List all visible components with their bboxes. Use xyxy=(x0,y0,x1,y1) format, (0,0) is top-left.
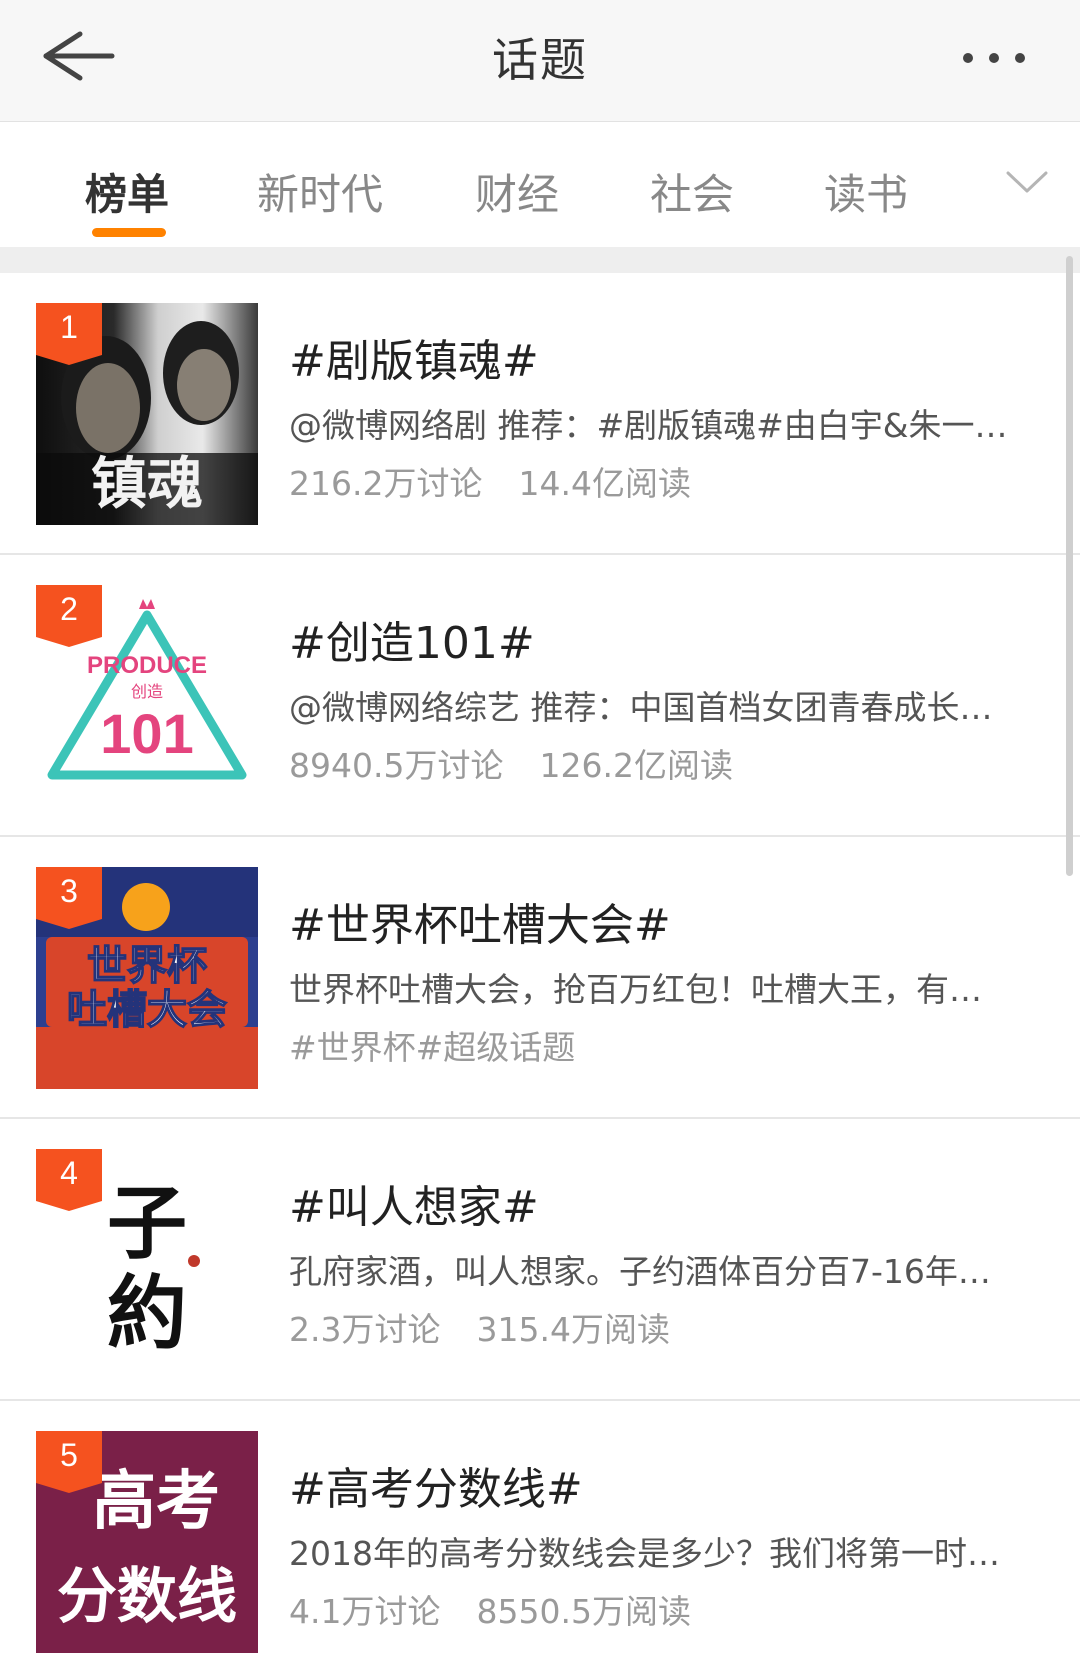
scrollbar[interactable] xyxy=(1066,256,1073,876)
discussion-count: 2.3万讨论 xyxy=(289,1310,441,1349)
topic-description: @微博网络综艺 推荐：中国首档女团青春成长… xyxy=(289,688,993,727)
read-count: 14.4亿阅读 xyxy=(518,464,691,503)
topic-title[interactable]: #叫人想家# xyxy=(289,1171,539,1235)
tab-bangdan[interactable]: 榜单 xyxy=(85,161,169,222)
thumb-caption: 吐槽大会 xyxy=(67,986,227,1033)
thumb-caption: 高考 xyxy=(92,1464,220,1539)
discussion-count: 8940.5万讨论 xyxy=(289,746,504,785)
chevron-down-icon[interactable] xyxy=(1004,163,1050,199)
rank-badge: 4 xyxy=(36,1149,102,1211)
rank-number: 2 xyxy=(60,591,78,627)
thumb-caption: 镇魂 xyxy=(91,451,203,517)
active-tab-indicator xyxy=(92,228,166,237)
topic-title[interactable]: #剧版镇魂# xyxy=(289,325,539,389)
rank-number: 5 xyxy=(60,1437,78,1473)
rank-number: 1 xyxy=(60,309,78,345)
tab-xinshidai[interactable]: 新时代 xyxy=(257,161,383,222)
read-count: 126.2亿阅读 xyxy=(539,746,733,785)
topic-row[interactable]: 世界杯 吐槽大会 3 #世界杯吐槽大会# 世界杯吐槽大会，抢百万红包！吐槽大王，… xyxy=(0,837,1080,1119)
more-dots-icon[interactable] xyxy=(958,40,1038,76)
topic-description: 世界杯吐槽大会，抢百万红包！吐槽大王，有… xyxy=(289,970,982,1009)
topic-description: 孔府家酒，叫人想家。子约酒体百分百7-16年… xyxy=(289,1252,991,1291)
rank-number: 3 xyxy=(60,873,78,909)
topic-title[interactable]: #世界杯吐槽大会# xyxy=(289,889,671,953)
topic-description: 2018年的高考分数线会是多少？我们将第一时… xyxy=(289,1534,1000,1573)
rank-badge: 3 xyxy=(36,867,102,929)
topic-stats: 4.1万讨论 8550.5万阅读 xyxy=(289,1585,691,1633)
thumb-caption: 分数线 xyxy=(57,1562,237,1632)
read-count: 315.4万阅读 xyxy=(476,1310,670,1349)
topic-stats: 2.3万讨论 315.4万阅读 xyxy=(289,1303,670,1351)
topic-stats: 216.2万讨论 14.4亿阅读 xyxy=(289,457,691,505)
topic-row[interactable]: 子 約 4 #叫人想家# 孔府家酒，叫人想家。子约酒体百分百7-16年… 2.3… xyxy=(0,1119,1080,1401)
topic-description: @微博网络剧 推荐：#剧版镇魂#由白宇&朱一… xyxy=(289,406,1008,445)
rank-number: 4 xyxy=(60,1155,78,1191)
thumb-caption: 子 xyxy=(107,1176,187,1270)
read-count: 8550.5万阅读 xyxy=(476,1592,691,1631)
top-nav-bar: 话题 xyxy=(0,0,1080,122)
rank-badge: 5 xyxy=(36,1431,102,1493)
topic-row[interactable]: 镇魂 1 #剧版镇魂# @微博网络剧 推荐：#剧版镇魂#由白宇&朱一… 216.… xyxy=(0,273,1080,555)
thumb-caption: 世界杯 xyxy=(87,942,207,989)
discussion-count: 216.2万讨论 xyxy=(289,464,483,503)
thumb-caption: 約 xyxy=(107,1266,187,1360)
category-tabs: 榜单 新时代 财经 社会 读书 xyxy=(0,123,1080,247)
rank-badge: 2 xyxy=(36,585,102,647)
page-title: 话题 xyxy=(492,33,588,87)
topic-stats: 8940.5万讨论 126.2亿阅读 xyxy=(289,739,733,787)
topic-row[interactable]: PRODUCE 创造 101 2 #创造101# @微博网络综艺 推荐：中国首档… xyxy=(0,555,1080,837)
topic-title[interactable]: #创造101# xyxy=(289,607,535,671)
thumb-caption: 创造 xyxy=(131,682,163,701)
tab-shehui[interactable]: 社会 xyxy=(650,161,734,222)
thumb-caption: PRODUCE xyxy=(87,652,207,679)
tab-dushu[interactable]: 读书 xyxy=(824,161,908,222)
tab-caijing[interactable]: 财经 xyxy=(475,161,559,222)
topic-row[interactable]: 高考 分数线 5 #高考分数线# 2018年的高考分数线会是多少？我们将第一时…… xyxy=(0,1401,1080,1675)
topic-list: 镇魂 1 #剧版镇魂# @微博网络剧 推荐：#剧版镇魂#由白宇&朱一… 216.… xyxy=(0,273,1080,1675)
discussion-count: 4.1万讨论 xyxy=(289,1592,441,1631)
topic-title[interactable]: #高考分数线# xyxy=(289,1453,583,1517)
rank-badge: 1 xyxy=(36,303,102,365)
section-divider xyxy=(0,247,1080,273)
thumb-caption: 101 xyxy=(100,702,193,765)
topic-tags: #世界杯#超级话题 xyxy=(289,1028,576,1067)
